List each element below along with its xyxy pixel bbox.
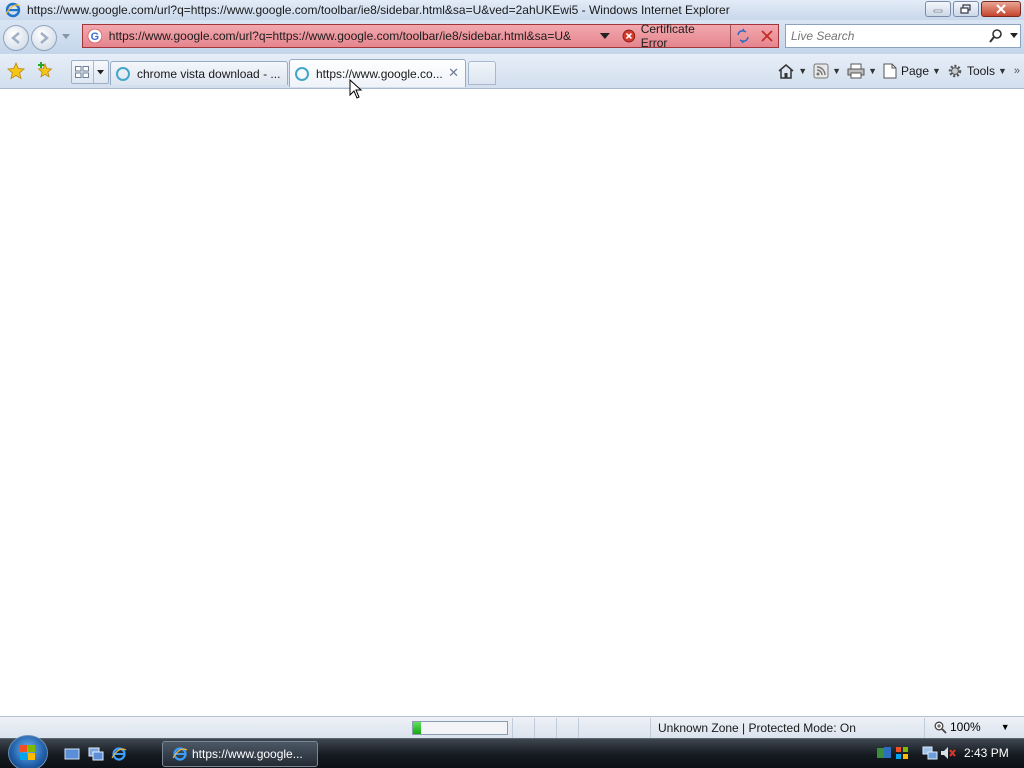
- feeds-button[interactable]: ▼: [810, 59, 844, 83]
- status-divider: [578, 718, 579, 738]
- rss-feed-icon: [813, 63, 829, 79]
- stop-button[interactable]: [756, 25, 778, 47]
- window-controls: [925, 1, 1021, 17]
- status-divider: [512, 718, 513, 738]
- system-clock[interactable]: 2:43 PM: [964, 746, 1009, 760]
- zoom-dropdown-icon[interactable]: ▼: [1001, 722, 1010, 732]
- refresh-icon: [737, 28, 750, 44]
- tab-list-dropdown[interactable]: [92, 61, 108, 83]
- start-button[interactable]: [8, 735, 48, 768]
- status-divider: [534, 718, 535, 738]
- tab-list-dropdown-icon: [97, 69, 105, 74]
- feeds-dropdown-icon[interactable]: ▼: [832, 66, 841, 76]
- quick-tabs-button[interactable]: [71, 60, 109, 84]
- print-button[interactable]: ▼: [844, 59, 880, 83]
- restore-icon: [960, 4, 971, 14]
- stop-icon: [761, 30, 773, 42]
- tab-label: https://www.google.co...: [316, 66, 443, 81]
- status-divider: [650, 718, 651, 738]
- gear-icon: [948, 64, 962, 78]
- status-divider: [924, 718, 925, 738]
- navigation-bar: G https://www.google.com/url?q=https://w…: [0, 20, 1024, 54]
- forward-button[interactable]: [31, 25, 57, 51]
- zoom-magnifier-icon: [934, 721, 947, 734]
- switch-windows-icon[interactable]: [88, 746, 104, 762]
- status-bar: Unknown Zone | Protected Mode: On 100% ▼: [0, 716, 1024, 738]
- close-icon: [996, 4, 1006, 14]
- svg-text:G: G: [91, 31, 99, 43]
- minimize-icon: [933, 9, 943, 13]
- command-bar: ▼ ▼ ▼ Page ▼ Tools ▼ »: [774, 59, 1020, 83]
- restore-button[interactable]: [953, 1, 979, 17]
- title-bar: https://www.google.com/url?q=https://www…: [0, 0, 1024, 20]
- network-icon[interactable]: [922, 745, 938, 761]
- address-dropdown-icon[interactable]: [598, 33, 612, 39]
- page-dropdown-icon: ▼: [932, 66, 941, 76]
- tools-dropdown-icon: ▼: [997, 66, 1007, 76]
- address-separator: [729, 25, 731, 47]
- status-divider: [556, 718, 557, 738]
- home-button[interactable]: ▼: [774, 59, 810, 83]
- close-tab-icon[interactable]: ✕: [448, 65, 459, 81]
- page-menu-label: Page: [900, 64, 930, 78]
- windows-logo-icon: [20, 745, 35, 760]
- back-arrow-icon: [11, 32, 20, 44]
- search-options-dropdown-icon[interactable]: [1010, 33, 1018, 39]
- ie-logo-icon: [5, 2, 21, 18]
- security-zone-status[interactable]: Unknown Zone | Protected Mode: On: [658, 721, 856, 735]
- page-content[interactable]: [0, 89, 1024, 716]
- progress-fill: [413, 722, 421, 734]
- taskbar: https://www.google... 2:43 PM: [0, 735, 1024, 768]
- show-desktop-icon[interactable]: [64, 746, 80, 762]
- certificate-error-icon[interactable]: [622, 29, 636, 43]
- favorites-star-icon[interactable]: [7, 62, 25, 80]
- quick-tabs-grid-icon: [75, 66, 90, 78]
- print-dropdown-icon[interactable]: ▼: [868, 66, 877, 76]
- forward-arrow-icon: [40, 32, 49, 44]
- zoom-level: 100%: [950, 720, 981, 734]
- more-commands-chevron-icon[interactable]: »: [1014, 65, 1020, 77]
- taskbar-ie-window-button[interactable]: https://www.google...: [162, 741, 318, 767]
- taskbar-window-label: https://www.google...: [192, 747, 303, 761]
- mouse-cursor-icon: [349, 79, 363, 99]
- tools-menu-label: Tools: [966, 64, 995, 78]
- new-tab-button[interactable]: [468, 61, 496, 85]
- back-button[interactable]: [3, 25, 29, 51]
- loading-page-icon: [295, 66, 309, 81]
- search-box[interactable]: [785, 24, 1021, 48]
- security-alert-icon[interactable]: [876, 745, 892, 761]
- home-dropdown-icon[interactable]: ▼: [798, 66, 807, 76]
- page-load-progress-bar: [412, 721, 508, 735]
- certificate-error-label[interactable]: Certificate Error: [641, 22, 724, 50]
- google-favicon-icon: G: [87, 28, 103, 44]
- search-input[interactable]: [791, 29, 986, 43]
- recent-pages-dropdown-icon[interactable]: [62, 34, 70, 40]
- loading-page-icon: [116, 66, 130, 81]
- add-to-favorites-icon[interactable]: [36, 62, 54, 80]
- page-menu-button[interactable]: Page ▼: [880, 59, 944, 83]
- home-icon: [778, 64, 794, 79]
- minimize-button[interactable]: [925, 1, 951, 17]
- address-url[interactable]: https://www.google.com/url?q=https://www…: [109, 29, 594, 43]
- windows-defender-icon[interactable]: [894, 745, 910, 761]
- ie-logo-icon: [172, 747, 188, 761]
- tab-label: chrome vista download - ...: [137, 66, 281, 81]
- volume-muted-icon[interactable]: [940, 745, 956, 761]
- page-icon: [883, 63, 897, 79]
- tab-bar: chrome vista download - ... https://www.…: [0, 54, 1024, 89]
- tools-menu-button[interactable]: Tools ▼: [944, 59, 1010, 83]
- zoom-control[interactable]: 100% ▼: [934, 720, 1010, 734]
- tab-chrome-vista-download[interactable]: chrome vista download - ...: [110, 61, 288, 85]
- search-icon[interactable]: [988, 28, 1004, 44]
- tab-google-active[interactable]: https://www.google.co... ✕: [289, 59, 466, 87]
- address-bar[interactable]: G https://www.google.com/url?q=https://w…: [82, 22, 779, 50]
- close-window-button[interactable]: [981, 1, 1021, 17]
- refresh-button[interactable]: [733, 25, 755, 47]
- window-title: https://www.google.com/url?q=https://www…: [27, 3, 730, 17]
- internet-explorer-quicklaunch-icon[interactable]: [111, 746, 127, 762]
- printer-icon: [847, 63, 865, 79]
